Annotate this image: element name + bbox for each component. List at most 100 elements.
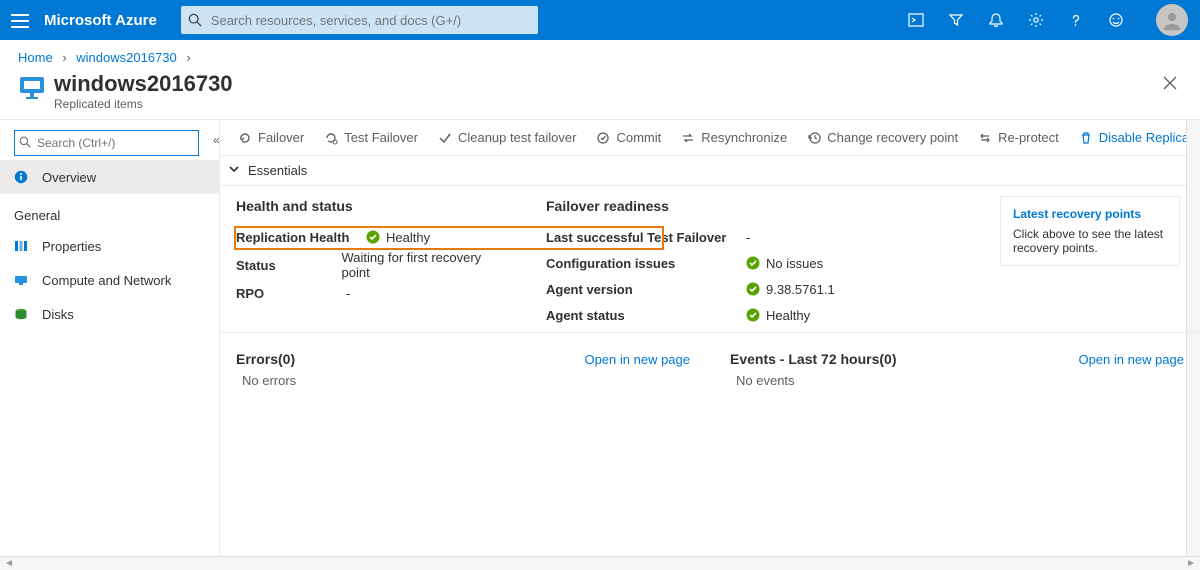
sidebar-item-label: Properties xyxy=(42,239,101,254)
global-search[interactable] xyxy=(181,6,539,34)
resource-icon xyxy=(18,73,46,101)
cmd-failover[interactable]: Failover xyxy=(228,120,314,155)
cloud-shell-button[interactable] xyxy=(896,0,936,40)
health-status-panel: Health and status Replication Health Hea… xyxy=(236,198,506,328)
sidebar-item-overview[interactable]: Overview xyxy=(0,160,219,194)
horizontal-scrollbar[interactable]: ◄► xyxy=(0,556,1200,570)
chevron-down-icon xyxy=(228,163,240,178)
search-icon xyxy=(181,13,209,27)
brand-label[interactable]: Microsoft Azure xyxy=(40,12,171,29)
hamburger-menu[interactable] xyxy=(0,12,40,28)
field-value: Healthy xyxy=(366,230,430,245)
cmd-disable-replication[interactable]: Disable Replication xyxy=(1069,120,1200,155)
commit-icon xyxy=(596,131,610,145)
errors-heading: Errors(0) xyxy=(236,351,295,367)
close-blade-button[interactable] xyxy=(1158,71,1182,98)
essentials-toggle[interactable]: Essentials xyxy=(220,156,1200,186)
cmd-reprotect[interactable]: Re-protect xyxy=(968,120,1069,155)
errors-panel: Errors(0) Open in new page No errors xyxy=(236,351,690,388)
history-icon xyxy=(807,131,821,145)
page-title: windows2016730 xyxy=(54,71,233,97)
chevron-right-icon: › xyxy=(62,50,66,65)
success-icon xyxy=(366,230,380,244)
global-search-input[interactable] xyxy=(209,6,539,34)
field-label: Status xyxy=(236,258,342,273)
feedback-button[interactable] xyxy=(1096,0,1136,40)
breadcrumb-item[interactable]: windows2016730 xyxy=(76,50,176,65)
properties-icon xyxy=(14,239,34,253)
panel-heading: Health and status xyxy=(236,198,506,214)
tip-body: Click above to see the latest recovery p… xyxy=(1013,227,1167,255)
cloud-shell-icon xyxy=(908,12,924,28)
failover-icon xyxy=(238,131,252,145)
field-label: Last successful Test Failover xyxy=(546,230,746,245)
latest-recovery-tip: Latest recovery points Click above to se… xyxy=(1000,196,1180,266)
sidebar-item-label: Compute and Network xyxy=(42,273,171,288)
field-value: - xyxy=(746,230,750,245)
events-empty: No events xyxy=(730,367,1184,388)
help-button[interactable] xyxy=(1056,0,1096,40)
sidebar-item-compute-network[interactable]: Compute and Network xyxy=(0,263,219,297)
notifications-button[interactable] xyxy=(976,0,1016,40)
test-failover-icon xyxy=(324,131,338,145)
person-icon xyxy=(1162,10,1182,30)
essentials-label: Essentials xyxy=(248,163,307,178)
info-icon xyxy=(14,170,34,184)
field-value: 9.38.5761.1 xyxy=(746,282,835,297)
sidebar-item-disks[interactable]: Disks xyxy=(0,297,219,331)
success-icon xyxy=(746,256,760,270)
errors-empty: No errors xyxy=(236,367,690,388)
breadcrumb-home[interactable]: Home xyxy=(18,50,53,65)
field-label: Agent version xyxy=(546,282,746,297)
cmd-test-failover[interactable]: Test Failover xyxy=(314,120,428,155)
account-avatar[interactable] xyxy=(1156,4,1188,36)
events-panel: Events - Last 72 hours(0) Open in new pa… xyxy=(730,351,1184,388)
top-icon-bar xyxy=(896,0,1200,40)
sidebar-item-properties[interactable]: Properties xyxy=(0,229,219,263)
field-label: Replication Health xyxy=(236,230,366,245)
content-area: Failover Test Failover Cleanup test fail… xyxy=(220,120,1200,569)
sidebar-item-label: Disks xyxy=(42,307,74,322)
check-icon xyxy=(438,131,452,145)
open-errors-link[interactable]: Open in new page xyxy=(584,352,690,367)
cmd-resynchronize[interactable]: Resynchronize xyxy=(671,120,797,155)
success-icon xyxy=(746,282,760,296)
sidebar-search-input[interactable] xyxy=(35,135,194,151)
cmd-cleanup-test-failover[interactable]: Cleanup test failover xyxy=(428,120,587,155)
directory-filter-button[interactable] xyxy=(936,0,976,40)
success-icon xyxy=(746,308,760,322)
search-icon xyxy=(19,136,31,151)
sidebar-search[interactable] xyxy=(14,130,199,156)
tip-title-link[interactable]: Latest recovery points xyxy=(1013,207,1167,221)
field-value: Waiting for first recovery point xyxy=(342,250,506,280)
disks-icon xyxy=(14,307,34,321)
compute-icon xyxy=(14,273,34,287)
settings-button[interactable] xyxy=(1016,0,1056,40)
field-label: Configuration issues xyxy=(546,256,746,271)
hamburger-icon xyxy=(11,14,29,28)
close-icon xyxy=(1162,75,1178,91)
title-bar: windows2016730 Replicated items xyxy=(0,71,1200,119)
field-value: - xyxy=(346,286,350,301)
gear-icon xyxy=(1028,12,1044,28)
field-value: No issues xyxy=(746,256,823,271)
feedback-icon xyxy=(1108,12,1124,28)
chevron-right-icon: › xyxy=(186,50,190,65)
open-events-link[interactable]: Open in new page xyxy=(1078,352,1184,367)
panel-heading: Failover readiness xyxy=(546,198,835,214)
events-heading: Events - Last 72 hours(0) xyxy=(730,351,897,367)
cmd-change-recovery-point[interactable]: Change recovery point xyxy=(797,120,968,155)
cmd-commit[interactable]: Commit xyxy=(586,120,671,155)
sidebar: « Overview General Properties Compute an… xyxy=(0,120,220,569)
bell-icon xyxy=(988,12,1004,28)
resync-icon xyxy=(681,131,695,145)
help-icon xyxy=(1068,12,1084,28)
sidebar-group-general: General xyxy=(0,194,219,229)
breadcrumb: Home › windows2016730 › xyxy=(0,40,1200,71)
field-value: Healthy xyxy=(746,308,810,323)
top-bar: Microsoft Azure xyxy=(0,0,1200,40)
command-bar: Failover Test Failover Cleanup test fail… xyxy=(220,120,1200,156)
page-subtitle: Replicated items xyxy=(54,97,233,111)
delete-icon xyxy=(1079,131,1093,145)
field-label: Agent status xyxy=(546,308,746,323)
